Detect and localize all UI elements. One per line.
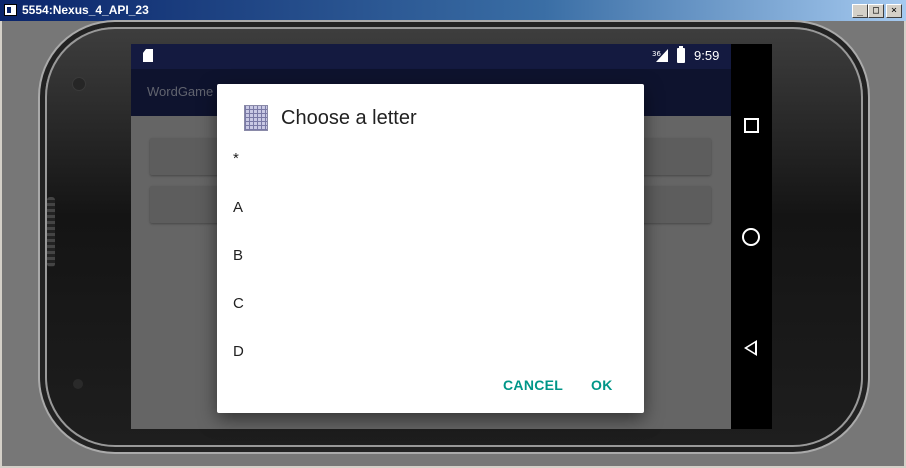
- speaker-grille: [47, 197, 55, 267]
- close-button[interactable]: ×: [886, 4, 902, 18]
- letter-grid-icon: [244, 105, 268, 131]
- choose-letter-dialog: Choose a letter * A B C D CANCEL OK: [217, 84, 644, 413]
- battery-icon: [677, 46, 685, 63]
- signal-icon: [656, 49, 668, 62]
- window-title-bar[interactable]: 5554:Nexus_4_API_23 _ □ ×: [0, 0, 906, 21]
- sd-card-icon: [143, 49, 153, 62]
- list-item-star[interactable]: *: [233, 150, 239, 167]
- list-item-a[interactable]: A: [233, 199, 243, 216]
- navigation-bar: [731, 44, 772, 429]
- back-icon[interactable]: [744, 340, 757, 356]
- status-time: 9:59: [694, 48, 720, 63]
- cancel-button[interactable]: CANCEL: [503, 377, 563, 393]
- list-item-b[interactable]: B: [233, 247, 243, 264]
- home-icon[interactable]: [742, 228, 760, 246]
- status-bar: 36 9:59: [131, 44, 731, 69]
- list-item-c[interactable]: C: [233, 295, 244, 312]
- ok-button[interactable]: OK: [591, 377, 613, 393]
- maximize-button[interactable]: □: [868, 4, 884, 18]
- front-camera-icon: [72, 77, 86, 91]
- window-title: 5554:Nexus_4_API_23: [22, 3, 149, 17]
- minimize-button[interactable]: _: [852, 4, 868, 18]
- sensor-dot: [73, 379, 83, 389]
- recents-icon[interactable]: [744, 118, 759, 133]
- list-item-d[interactable]: D: [233, 343, 244, 360]
- dialog-title: Choose a letter: [281, 107, 417, 129]
- emulator-window-icon: [4, 4, 17, 16]
